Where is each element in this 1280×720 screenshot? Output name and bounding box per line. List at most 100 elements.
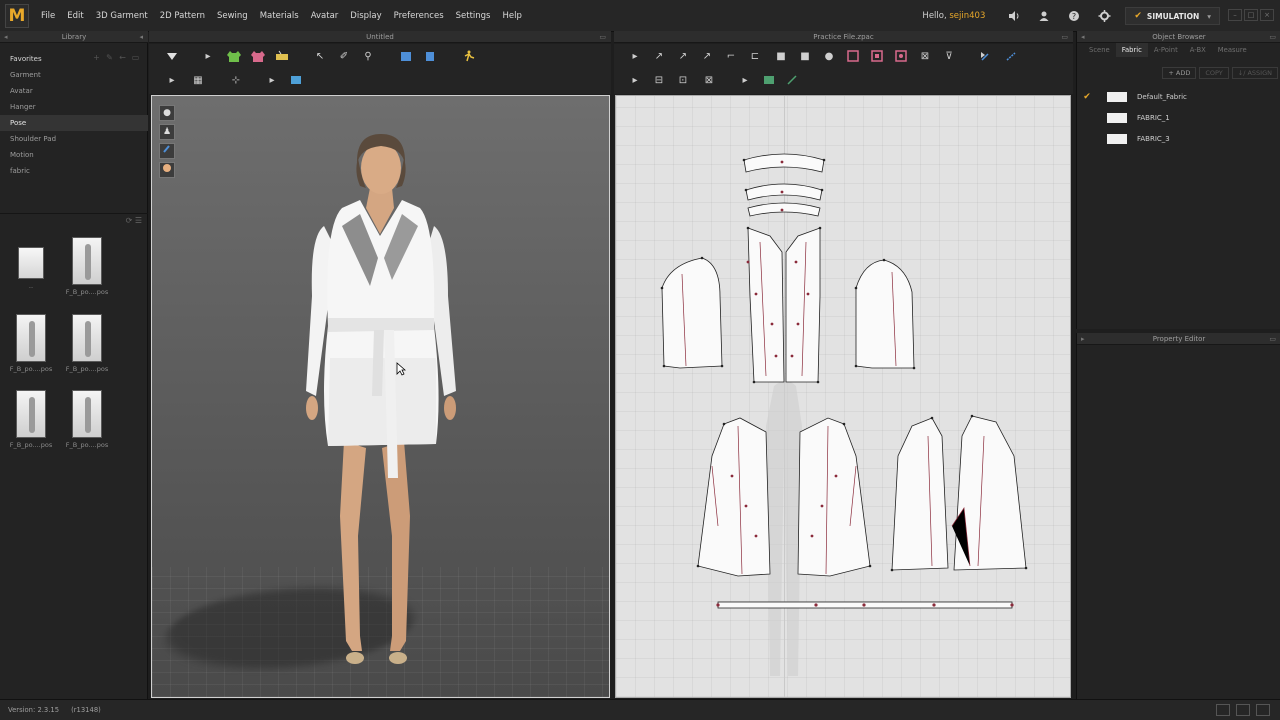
- library-thumb-pose[interactable]: F_B_po....pos: [3, 390, 59, 449]
- speaker-icon[interactable]: [1003, 5, 1025, 27]
- play-small-icon[interactable]: ▸: [263, 72, 281, 88]
- minimize-icon[interactable]: –: [1228, 9, 1242, 21]
- menu-settings[interactable]: Settings: [450, 0, 497, 32]
- library-thumb-pose[interactable]: F_B_po....pos: [3, 314, 59, 373]
- menu-display[interactable]: Display: [344, 0, 387, 32]
- gear-icon[interactable]: [1093, 5, 1115, 27]
- library-thumb-parent[interactable]: ..: [3, 237, 59, 290]
- internal-poly-icon[interactable]: [844, 48, 862, 64]
- sewing-segment-icon[interactable]: [978, 48, 996, 64]
- fabric-grid-icon[interactable]: [760, 72, 778, 88]
- menu-2d-pattern[interactable]: 2D Pattern: [154, 0, 211, 32]
- tack-icon[interactable]: ⚲: [359, 48, 377, 64]
- assign-fabric-button[interactable]: ↓/ ASSIGN: [1231, 67, 1278, 79]
- library-item-favorites[interactable]: Favorites: [0, 51, 148, 67]
- fold-icon[interactable]: ⊽: [940, 48, 958, 64]
- menu-file[interactable]: File: [35, 0, 61, 32]
- play-icon[interactable]: ▸: [626, 72, 644, 88]
- notch-icon[interactable]: ⊡: [674, 72, 692, 88]
- library-item-avatar[interactable]: Avatar: [0, 83, 148, 99]
- library-item-hanger[interactable]: Hanger: [0, 99, 148, 115]
- menu-materials[interactable]: Materials: [254, 0, 305, 32]
- avatar-3d-model[interactable]: [152, 96, 610, 698]
- shirt-front-icon[interactable]: [397, 48, 415, 64]
- fabric-row[interactable]: FABRIC_1: [1077, 108, 1280, 128]
- garment-green-icon[interactable]: [225, 48, 243, 64]
- menu-avatar[interactable]: Avatar: [305, 0, 345, 32]
- library-thumb-pose[interactable]: F_B_po....pos: [59, 314, 115, 373]
- select-move-icon[interactable]: ▸: [199, 48, 217, 64]
- motion-icon[interactable]: [459, 48, 477, 64]
- play-icon[interactable]: ▸: [163, 72, 181, 88]
- library-thumb-pose[interactable]: F_B_po....pos: [59, 390, 115, 449]
- copy-fabric-button[interactable]: COPY: [1199, 67, 1229, 79]
- greeting-text: Hello,: [922, 11, 947, 21]
- fabric-row[interactable]: FABRIC_3: [1077, 129, 1280, 149]
- menu-sewing[interactable]: Sewing: [211, 0, 254, 32]
- layout-full-icon[interactable]: [1256, 704, 1270, 716]
- 3d-viewport[interactable]: ● ♟: [151, 95, 610, 698]
- internal-circle-icon[interactable]: [892, 48, 910, 64]
- select-mesh-icon[interactable]: ↖: [311, 48, 329, 64]
- import-arrow-icon[interactable]: [163, 48, 181, 64]
- tab-a-point[interactable]: A-Point: [1148, 43, 1184, 57]
- float-icon[interactable]: ▭: [599, 31, 606, 43]
- tab-scene[interactable]: Scene: [1083, 43, 1116, 57]
- tab-a-bx[interactable]: A-BX: [1184, 43, 1212, 57]
- float-icon[interactable]: ▭: [1269, 333, 1276, 345]
- fabric-icon[interactable]: [287, 72, 305, 88]
- seam-tool-icon[interactable]: ⊟: [650, 72, 668, 88]
- topstitch-icon[interactable]: ⊠: [700, 72, 718, 88]
- menu-3d-garment[interactable]: 3D Garment: [90, 0, 154, 32]
- select-icon[interactable]: ▸: [626, 48, 644, 64]
- fabric-row[interactable]: ✔ Default_Fabric: [1077, 87, 1280, 107]
- library-item-motion[interactable]: Motion: [0, 147, 148, 163]
- add-point-icon[interactable]: ↗: [698, 48, 716, 64]
- float-icon[interactable]: ▭: [1061, 31, 1068, 43]
- sewing-free-icon[interactable]: [1002, 48, 1020, 64]
- box2-icon[interactable]: ■: [796, 48, 814, 64]
- help-icon[interactable]: ?: [1063, 5, 1085, 27]
- expand-icon[interactable]: ▸: [1081, 333, 1085, 345]
- edit-point-icon[interactable]: ↗: [650, 48, 668, 64]
- library-item-shoulder-pad[interactable]: Shoulder Pad: [0, 131, 148, 147]
- pin-icon[interactable]: ◂: [1081, 31, 1085, 43]
- tab-measure[interactable]: Measure: [1212, 43, 1253, 57]
- grid-icon[interactable]: ▦: [189, 72, 207, 88]
- brush-icon[interactable]: ✐: [335, 48, 353, 64]
- user-name[interactable]: sejin403: [949, 11, 985, 21]
- float-icon[interactable]: ◂: [139, 31, 143, 43]
- garment-pink-icon[interactable]: [249, 48, 267, 64]
- library-item-garment[interactable]: Garment: [0, 67, 148, 83]
- circle-icon[interactable]: ●: [820, 48, 838, 64]
- edit-curve-icon[interactable]: ↗: [674, 48, 692, 64]
- library-thumb-pose[interactable]: F_B_po....pos: [59, 237, 115, 296]
- 2d-pattern-window[interactable]: [615, 95, 1071, 698]
- measure-icon[interactable]: ⊹: [227, 72, 245, 88]
- menu-help[interactable]: Help: [497, 0, 528, 32]
- internal-rect-icon[interactable]: [868, 48, 886, 64]
- pin-tool-icon[interactable]: [273, 48, 291, 64]
- polygon-icon[interactable]: ⌐: [722, 48, 740, 64]
- maximize-icon[interactable]: □: [1244, 9, 1258, 21]
- library-item-pose[interactable]: Pose: [0, 115, 148, 131]
- close-icon[interactable]: ×: [1260, 9, 1274, 21]
- float-icon[interactable]: ▭: [1269, 31, 1276, 43]
- layout-single-icon[interactable]: [1216, 704, 1230, 716]
- box-icon[interactable]: ■: [772, 48, 790, 64]
- shirt-back-icon[interactable]: [421, 48, 439, 64]
- add-fabric-button[interactable]: + ADD: [1162, 67, 1197, 79]
- user-icon[interactable]: [1033, 5, 1055, 27]
- rectangle-icon[interactable]: ⊏: [746, 48, 764, 64]
- menu-preferences[interactable]: Preferences: [388, 0, 450, 32]
- refresh-icon[interactable]: ⟳ ☰: [126, 216, 142, 225]
- texture-icon[interactable]: [784, 72, 802, 88]
- layout-split-icon[interactable]: [1236, 704, 1250, 716]
- pin-icon[interactable]: ◂: [4, 31, 8, 43]
- menu-edit[interactable]: Edit: [61, 0, 89, 32]
- dart-icon[interactable]: ⊠: [916, 48, 934, 64]
- tab-fabric[interactable]: Fabric: [1115, 43, 1148, 57]
- simulation-mode-button[interactable]: ✔ SIMULATION ▾: [1125, 7, 1220, 25]
- library-item-fabric[interactable]: fabric: [0, 163, 148, 179]
- play-small-icon[interactable]: ▸: [736, 72, 754, 88]
